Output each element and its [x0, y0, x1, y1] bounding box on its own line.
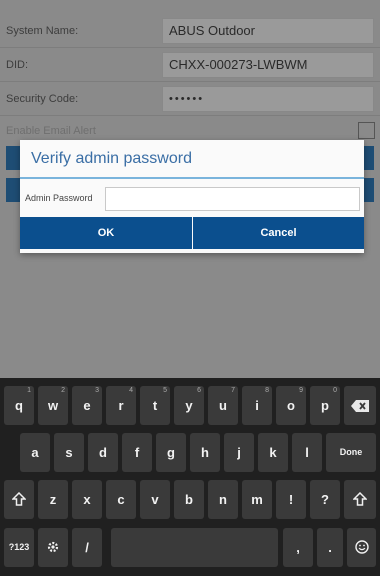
- key-v[interactable]: v: [140, 480, 170, 519]
- key-z[interactable]: z: [38, 480, 68, 519]
- key-hint: 2: [61, 387, 65, 394]
- did-row: DID: CHXX-000273-LWBWM: [0, 48, 380, 82]
- key-e[interactable]: e3: [72, 386, 102, 425]
- system-name-field[interactable]: ABUS Outdoor: [162, 18, 374, 44]
- backspace-icon: [351, 400, 369, 412]
- key-label: p: [321, 398, 329, 413]
- key-q[interactable]: q1: [4, 386, 34, 425]
- key-hint: 4: [129, 387, 133, 394]
- key-hint: 6: [197, 387, 201, 394]
- key-s[interactable]: s: [54, 433, 84, 472]
- key-i[interactable]: i8: [242, 386, 272, 425]
- dialog-buttons: OK Cancel: [20, 217, 364, 249]
- did-label: DID:: [6, 59, 28, 71]
- admin-password-row: Admin Password: [20, 184, 364, 214]
- key-label: q: [15, 398, 23, 413]
- key-w[interactable]: w2: [38, 386, 68, 425]
- key-hint: 9: [299, 387, 303, 394]
- shift-icon: [352, 491, 368, 506]
- key-label: u: [219, 398, 227, 413]
- key-p[interactable]: p0: [310, 386, 340, 425]
- did-field[interactable]: CHXX-000273-LWBWM: [162, 52, 374, 78]
- key-label: t: [152, 398, 158, 413]
- key-j[interactable]: j: [224, 433, 254, 472]
- key-g[interactable]: g: [156, 433, 186, 472]
- dialog-title: Verify admin password: [31, 150, 192, 167]
- key-n[interactable]: n: [208, 480, 238, 519]
- key-y[interactable]: y6: [174, 386, 204, 425]
- key-hint: 5: [163, 387, 167, 394]
- key-o[interactable]: o9: [276, 386, 306, 425]
- done-key[interactable]: Done: [326, 433, 376, 472]
- key-label: w: [47, 398, 59, 413]
- key-hint: 8: [265, 387, 269, 394]
- cancel-button[interactable]: Cancel: [193, 217, 364, 249]
- key-hint: 7: [231, 387, 235, 394]
- system-name-row: System Name: ABUS Outdoor: [0, 14, 380, 48]
- period-key[interactable]: .: [317, 528, 343, 567]
- verify-password-dialog: Verify admin password Admin Password OK …: [20, 140, 364, 253]
- key-f[interactable]: f: [122, 433, 152, 472]
- key-u[interactable]: u7: [208, 386, 238, 425]
- slash-key[interactable]: /: [72, 528, 102, 567]
- key-hint: 1: [27, 387, 31, 394]
- settings-key[interactable]: [38, 528, 68, 567]
- key-l[interactable]: l: [292, 433, 322, 472]
- backspace-key[interactable]: [344, 386, 376, 425]
- key-exclamation[interactable]: !: [276, 480, 306, 519]
- admin-password-label: Admin Password: [25, 193, 93, 203]
- key-k[interactable]: k: [258, 433, 288, 472]
- key-label: e: [83, 398, 91, 413]
- key-m[interactable]: m: [242, 480, 272, 519]
- key-label: r: [118, 398, 124, 413]
- key-hint: 3: [95, 387, 99, 394]
- key-label: y: [185, 398, 193, 413]
- key-x[interactable]: x: [72, 480, 102, 519]
- shift-key-left[interactable]: [4, 480, 34, 519]
- settings-icon: [47, 541, 59, 553]
- security-code-field[interactable]: ••••••: [162, 86, 374, 112]
- dialog-title-divider: [20, 177, 364, 179]
- key-d[interactable]: d: [88, 433, 118, 472]
- symbols-key[interactable]: ?123: [4, 528, 34, 567]
- key-t[interactable]: t5: [140, 386, 170, 425]
- key-question[interactable]: ?: [310, 480, 340, 519]
- key-label: o: [287, 398, 295, 413]
- key-b[interactable]: b: [174, 480, 204, 519]
- emoji-key[interactable]: [347, 528, 376, 567]
- key-a[interactable]: a: [20, 433, 50, 472]
- space-key[interactable]: [111, 528, 278, 567]
- ok-button[interactable]: OK: [20, 217, 192, 249]
- email-alert-label: Enable Email Alert: [6, 125, 96, 137]
- emoji-icon: [354, 540, 369, 554]
- comma-key[interactable]: ,: [283, 528, 313, 567]
- key-h[interactable]: h: [190, 433, 220, 472]
- email-alert-checkbox[interactable]: [358, 122, 375, 139]
- shift-key-right[interactable]: [344, 480, 376, 519]
- key-c[interactable]: c: [106, 480, 136, 519]
- key-hint: 0: [333, 387, 337, 394]
- security-code-label: Security Code:: [6, 93, 79, 105]
- key-label: i: [255, 398, 259, 413]
- security-code-row: Security Code: ••••••: [0, 82, 380, 116]
- shift-icon: [11, 491, 27, 506]
- soft-keyboard: q1 w2 e3 r4 t5 y6 u7 i8 o9 p0 a s d f g …: [0, 378, 380, 576]
- admin-password-input[interactable]: [105, 187, 360, 211]
- key-r[interactable]: r4: [106, 386, 136, 425]
- system-name-label: System Name:: [6, 25, 79, 37]
